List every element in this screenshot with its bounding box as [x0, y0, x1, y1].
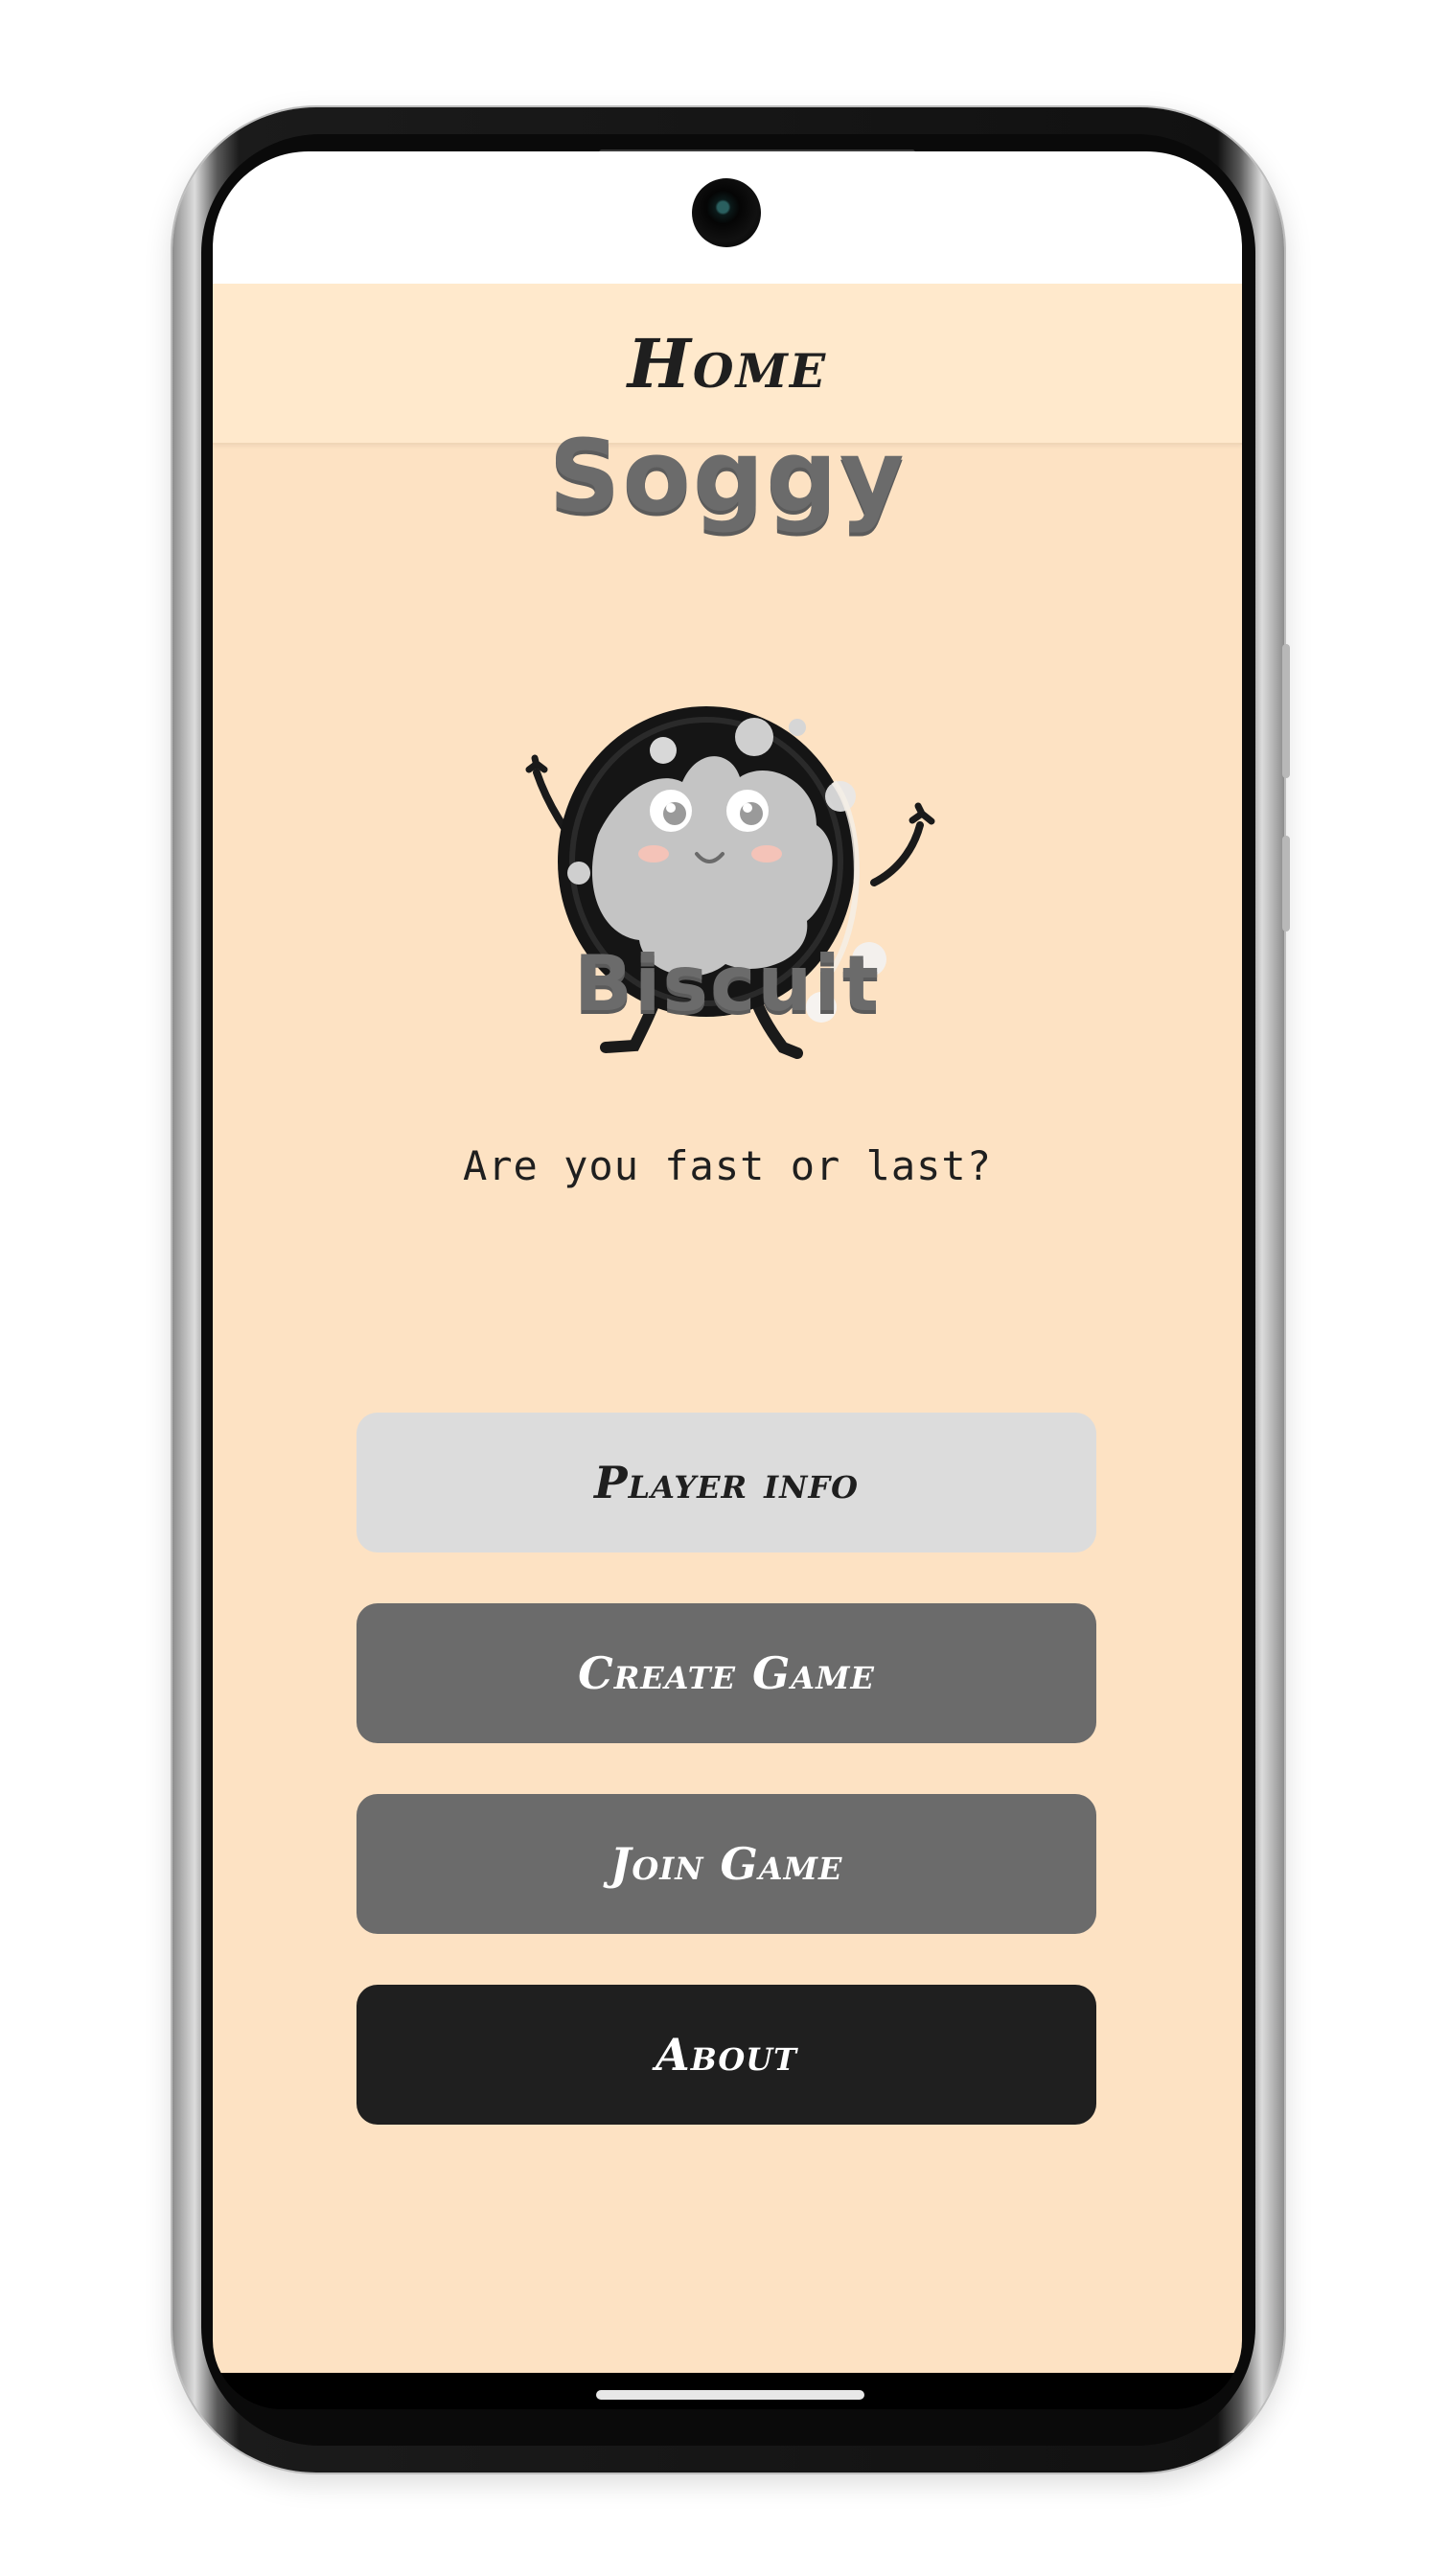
create-game-button[interactable]: Create Game	[356, 1603, 1096, 1743]
player-info-button[interactable]: Player info	[356, 1413, 1096, 1552]
phone-screen: Home Soggy Biscuit Are you fast or last?…	[213, 151, 1242, 2409]
join-game-button[interactable]: Join Game	[356, 1794, 1096, 1934]
status-bar	[213, 151, 1242, 284]
about-button[interactable]: About	[356, 1985, 1096, 2125]
power-button	[1282, 836, 1290, 932]
logo-title-top: Soggy	[548, 418, 907, 535]
logo-title-bottom: Biscuit	[573, 939, 882, 1028]
home-indicator[interactable]	[596, 2390, 864, 2400]
front-camera-icon	[692, 178, 761, 247]
home-screen: Home Soggy Biscuit Are you fast or last?…	[213, 284, 1242, 2373]
volume-button	[1282, 644, 1290, 778]
tagline: Are you fast or last?	[462, 1142, 992, 1189]
page-title: Home	[627, 323, 828, 403]
